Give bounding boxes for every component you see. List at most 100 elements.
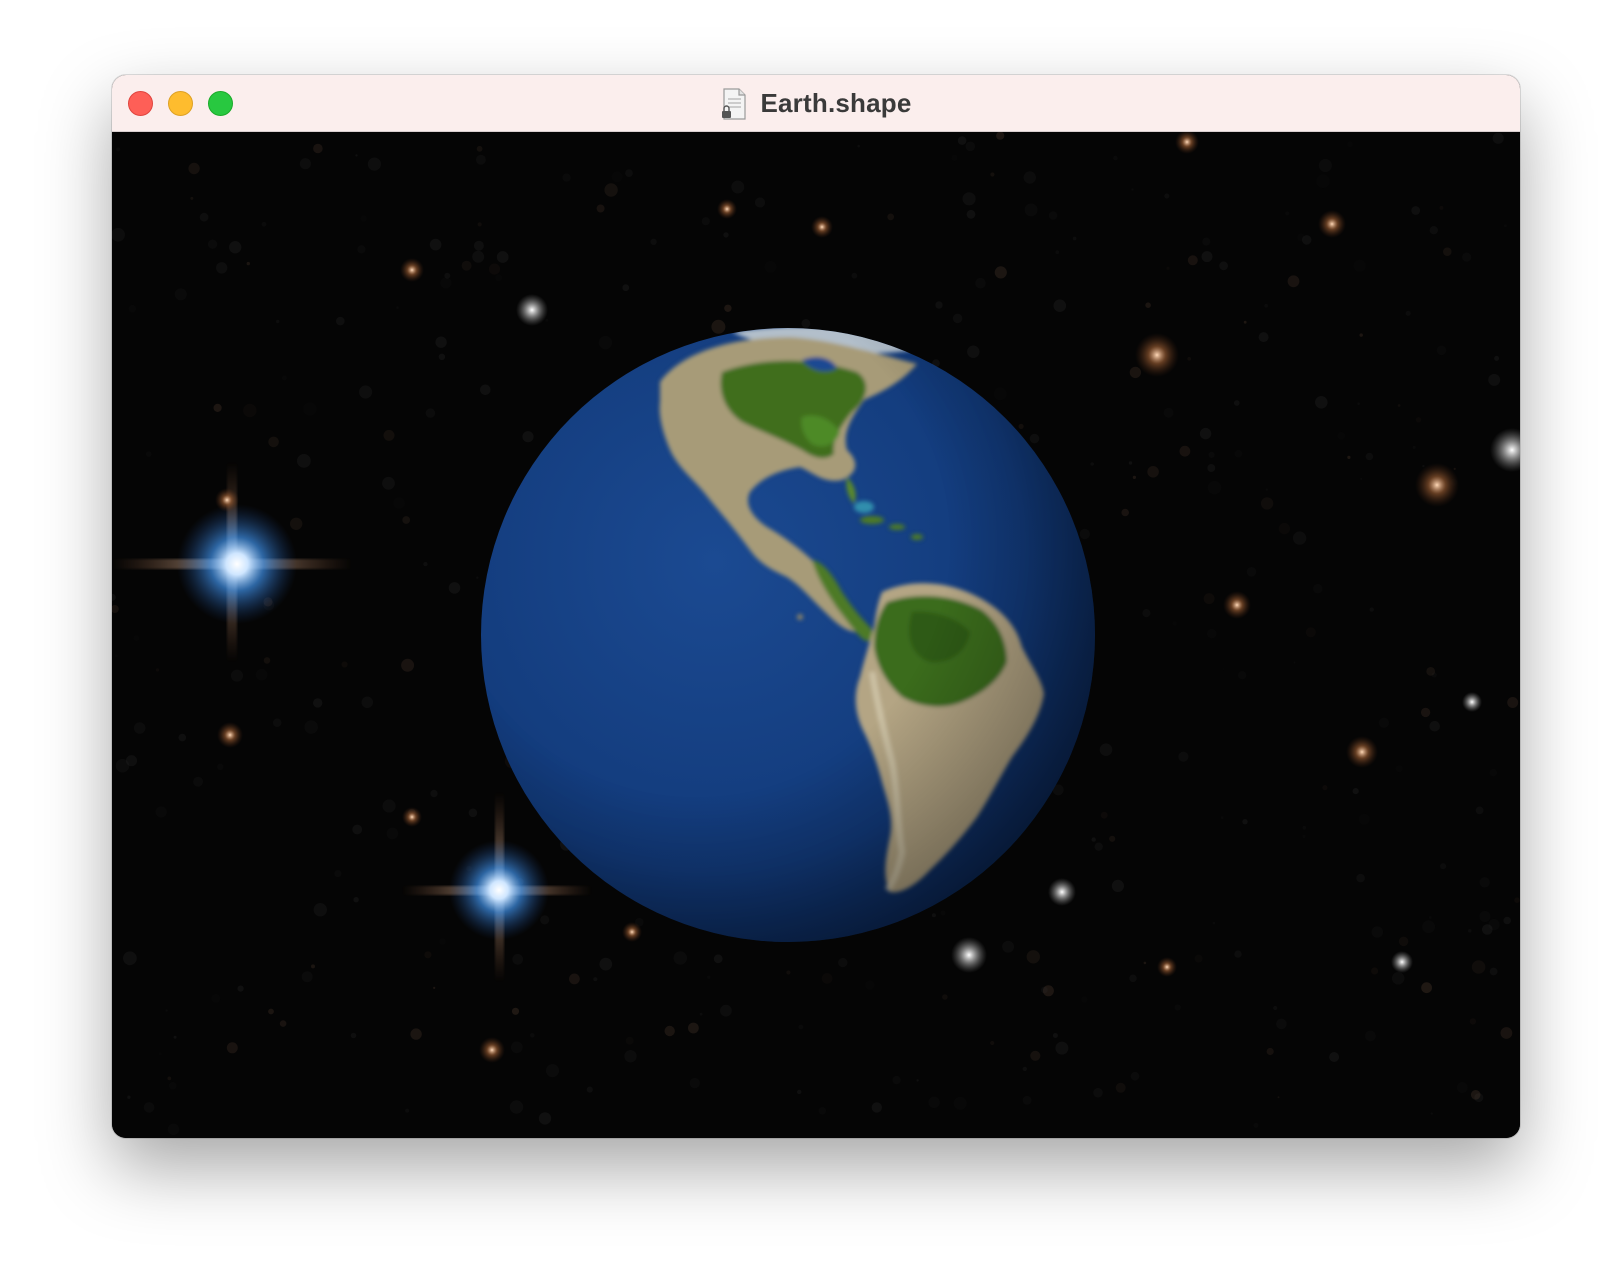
dust-speck [1315,396,1328,409]
dust-speck [1099,743,1113,756]
dust-speck [1430,1112,1434,1115]
dust-speck [301,971,313,983]
dust-speck [311,964,315,969]
dust-speck [1479,877,1490,888]
dust-speck [569,973,580,985]
dust-speck [1055,250,1060,255]
dust-speck [178,733,187,742]
dust-speck [1357,402,1360,406]
dust-speck [1220,816,1224,820]
dust-speck [473,240,484,251]
dust-speck [461,260,472,271]
dust-speck [116,147,121,152]
dust-speck [1492,132,1504,144]
dust-speck [951,154,958,162]
dust-speck [361,696,374,709]
earth-globe[interactable] [481,326,1095,942]
dust-speck [1208,451,1215,458]
dust-speck [386,827,399,840]
dust-speck [299,158,311,170]
dust-speck [158,1052,162,1056]
dust-speck [689,1077,700,1089]
dust-speck [1360,477,1363,480]
dust-speck [593,977,598,982]
dust-speck [1422,920,1436,934]
dust-speck [967,345,980,358]
dust-speck [143,1102,155,1113]
dust-speck [724,304,732,312]
dust-speck [477,222,482,227]
dust-speck [650,238,657,245]
dust-speck [1081,996,1088,1003]
dust-speck [279,1020,287,1027]
dust-speck [510,1041,523,1054]
dust-speck [193,776,204,787]
dust-speck [304,720,318,734]
dust-speck [438,353,446,360]
dust-speck [268,436,279,448]
dust-speck [448,582,461,594]
dust-speck [1475,806,1484,815]
dust-speck [1322,785,1328,791]
dust-speck [1242,819,1248,825]
dust-speck [1022,1066,1027,1072]
dust-speck [355,154,358,157]
dust-speck [1142,609,1151,618]
dust-speck [1285,211,1290,216]
dust-speck [1471,960,1486,974]
dust-speck [1429,226,1439,235]
dust-speck [430,789,438,798]
dust-speck [401,658,415,672]
dust-speck [851,272,858,279]
dust-speck [313,143,323,154]
dust-speck [213,403,222,412]
dust-speck [114,654,118,658]
dust-speck [1178,751,1189,762]
dust-speck [255,668,268,681]
dust-speck [1109,835,1116,842]
dust-speck [622,284,630,292]
dust-speck [1029,433,1040,444]
dust-speck [1243,320,1247,324]
document-lock-icon[interactable] [720,87,748,120]
dust-speck [334,870,342,878]
dust-speck [1276,1018,1287,1030]
dust-speck [916,1079,919,1082]
dust-speck [1072,236,1077,241]
dust-speck [711,319,726,334]
dust-speck [1048,211,1058,220]
dust-speck [1052,1033,1058,1038]
dust-speck [396,306,399,309]
dust-speck [1356,873,1365,883]
scene-viewport[interactable] [112,132,1520,1138]
dust-speck [353,897,359,903]
dust-speck [190,196,194,200]
dust-speck [480,384,491,396]
dust-speck [966,209,976,219]
dust-speck [237,985,244,992]
dust-speck [1129,366,1142,379]
dust-speck [1163,407,1174,418]
dust-speck [786,970,791,975]
dust-speck [1469,1018,1477,1025]
dust-speck [1202,237,1211,246]
dust-speck [1489,967,1498,976]
dust-speck [1439,205,1444,210]
dust-speck [1412,445,1416,449]
dust-speck [1147,466,1159,478]
dust-speck [975,277,986,289]
title-bar[interactable]: Earth.shape [112,75,1520,132]
dust-speck [1090,462,1094,466]
dust-speck [423,561,428,567]
dust-speck [1026,950,1040,964]
dust-speck [797,1089,802,1095]
dust-speck [1318,158,1332,173]
dust-speck [125,755,138,767]
dust-speck [1201,251,1213,263]
dust-speck [892,1075,901,1085]
dust-speck [276,319,280,324]
dust-speck [965,141,976,152]
dust-speck [1329,1052,1340,1062]
dust-speck [1207,464,1216,472]
dust-speck [1456,1082,1468,1093]
